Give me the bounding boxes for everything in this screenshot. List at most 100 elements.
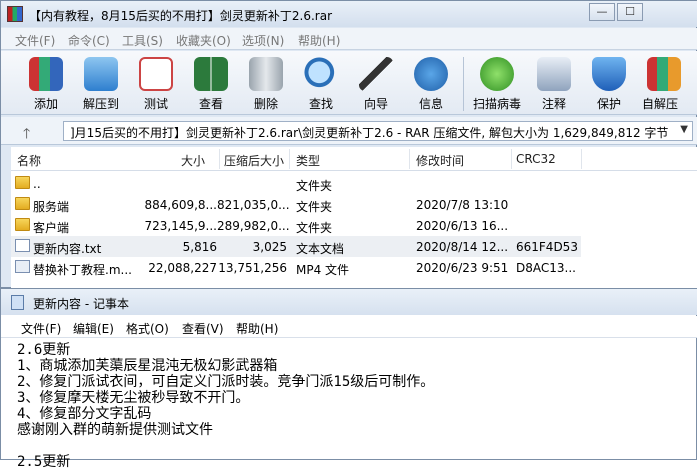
np-menu-file[interactable]: 文件(F) [21, 320, 61, 337]
winrar-title-bar[interactable]: 【内有教程，8月15后买的不用打】剑灵更新补丁2.6.rar — ☐ [1, 1, 697, 27]
find-button[interactable]: 查找 [296, 55, 346, 113]
video-file-icon [15, 260, 30, 273]
column-size[interactable]: 大小 [181, 152, 205, 169]
folder-icon [15, 218, 30, 231]
file-packed-size: 3,025 [252, 240, 287, 254]
column-packed[interactable]: 压缩后大小 [224, 152, 284, 169]
view-button[interactable]: 查看 [186, 55, 236, 113]
sfx-label: 自解压 [642, 97, 679, 111]
np-menu-edit[interactable]: 编辑(E) [73, 320, 114, 337]
column-divider[interactable] [511, 149, 512, 169]
file-size: 723,145,9... [144, 219, 217, 233]
column-divider[interactable] [219, 149, 220, 169]
view-book-icon [194, 57, 228, 91]
file-packed-size: 289,982,0... [217, 219, 290, 233]
menu-tools[interactable]: 工具(S) [122, 32, 163, 49]
file-row-tutorial-mp4[interactable]: 替换补丁教程.m... 22,088,227 13,751,256 MP4 文件… [11, 257, 581, 278]
file-row-parent[interactable]: .. 文件夹 [11, 173, 581, 194]
file-row-server[interactable]: 服务端 884,609,8... 821,035,0... 文件夹 2020/7… [11, 194, 581, 215]
file-name: 客户端 [33, 221, 70, 235]
minimize-button[interactable]: — [589, 3, 615, 21]
wizard-button[interactable]: 向导 [351, 55, 401, 113]
notepad-title-bar[interactable]: 更新内容 - 记事本 [1, 289, 697, 315]
extract-folder-icon [84, 57, 118, 91]
file-type: 文件夹 [296, 200, 333, 214]
file-name: 更新内容.txt [33, 242, 102, 256]
virus-scan-label: 扫描病毒 [472, 97, 521, 111]
file-packed-size: 13,751,256 [218, 261, 287, 275]
column-divider[interactable] [289, 149, 290, 169]
menu-options[interactable]: 选项(N) [242, 32, 284, 49]
path-field[interactable]: ]月15后买的不用打】剑灵更新补丁2.6.rar\剑灵更新补丁2.6 - RAR… [63, 121, 693, 141]
view-label: 查看 [198, 97, 223, 111]
column-modified[interactable]: 修改时间 [416, 152, 464, 169]
add-books-icon [29, 57, 63, 91]
add-button[interactable]: 添加 [21, 55, 71, 113]
np-menu-view[interactable]: 查看(V) [182, 320, 224, 337]
wizard-label: 向导 [363, 97, 388, 111]
up-arrow-icon[interactable]: 🡑 [23, 123, 30, 147]
protect-label: 保护 [596, 97, 621, 111]
notepad-window: 更新内容 - 记事本 文件(F) 编辑(E) 格式(O) 查看(V) 帮助(H)… [0, 288, 697, 470]
notepad-text-area[interactable]: 2.6更新 1、商城添加芙蕖辰星混沌无极幻影武器箱 2、修复门派试衣间，可自定义门派… [17, 342, 687, 470]
notepad-title: 更新内容 - 记事本 [33, 297, 129, 311]
sfx-icon [647, 57, 681, 91]
text-line: 2.6更新 [17, 342, 71, 358]
protect-button[interactable]: 保护 [584, 55, 634, 113]
text-line: 3、修复摩天楼无尘被秒导致不开门。 [17, 390, 250, 406]
info-button[interactable]: 信息 [406, 55, 456, 113]
info-icon [414, 57, 448, 91]
notepad-icon [11, 295, 24, 310]
column-divider[interactable] [409, 149, 410, 169]
text-line: 1、商城添加芙蕖辰星混沌无极幻影武器箱 [17, 358, 278, 374]
test-label: 测试 [143, 97, 168, 111]
comment-button[interactable]: 注释 [529, 55, 579, 113]
file-list-header: 名称 大小 压缩后大小 类型 修改时间 CRC32 [11, 147, 697, 171]
text-line: 2.5更新 [17, 454, 71, 470]
trash-icon [249, 57, 283, 91]
file-type: 文件夹 [296, 221, 333, 235]
file-modified: 2020/8/14 12... [416, 240, 509, 254]
menu-help[interactable]: 帮助(H) [298, 32, 340, 49]
maximize-button[interactable]: ☐ [617, 3, 643, 21]
virus-scan-button[interactable]: 扫描病毒 [471, 55, 523, 113]
column-name[interactable]: 名称 [17, 152, 41, 169]
sfx-button[interactable]: 自解压 [639, 55, 697, 113]
menu-file[interactable]: 文件(F) [15, 32, 55, 49]
test-button[interactable]: 测试 [131, 55, 181, 113]
folder-icon [15, 197, 30, 210]
comment-icon [537, 57, 571, 91]
column-divider[interactable] [581, 149, 582, 169]
file-type: 文件夹 [296, 179, 333, 193]
file-modified: 2020/7/8 13:10 [416, 198, 509, 212]
add-label: 添加 [33, 97, 58, 111]
delete-button[interactable]: 删除 [241, 55, 291, 113]
extract-to-button[interactable]: 解压到 [76, 55, 126, 113]
file-size: 22,088,227 [148, 261, 217, 275]
file-crc32: D8AC13... [516, 261, 576, 275]
np-menu-help[interactable]: 帮助(H) [236, 320, 278, 337]
winrar-toolbar: 添加 解压到 测试 查看 删除 查找 向导 信息 扫描病毒 注释 保护 自解压 [1, 51, 697, 115]
column-type[interactable]: 类型 [296, 152, 320, 169]
column-crc32[interactable]: CRC32 [516, 152, 556, 166]
file-row-update-txt[interactable]: 更新内容.txt 5,816 3,025 文本文档 2020/8/14 12..… [11, 236, 581, 257]
file-crc32: 661F4D53 [516, 240, 578, 254]
comment-label: 注释 [541, 97, 566, 111]
path-bar: 🡑 ]月15后买的不用打】剑灵更新补丁2.6.rar\剑灵更新补丁2.6 - R… [1, 117, 697, 145]
file-modified: 2020/6/23 9:51 [416, 261, 509, 275]
file-name: 替换补丁教程.m... [33, 263, 132, 277]
test-clipboard-icon [139, 57, 173, 91]
menu-favorites[interactable]: 收藏夹(O) [176, 32, 231, 49]
np-menu-format[interactable]: 格式(O) [126, 320, 169, 337]
file-row-client[interactable]: 客户端 723,145,9... 289,982,0... 文件夹 2020/6… [11, 215, 581, 236]
file-type: 文本文档 [296, 242, 345, 256]
winrar-menu-bar: 文件(F) 命令(C) 工具(S) 收藏夹(O) 选项(N) 帮助(H) [1, 28, 697, 50]
menu-commands[interactable]: 命令(C) [68, 32, 110, 49]
extract-to-label: 解压到 [82, 97, 119, 111]
file-size: 5,816 [182, 240, 217, 254]
notepad-menu-bar: 文件(F) 编辑(E) 格式(O) 查看(V) 帮助(H) [1, 316, 697, 338]
file-name: .. [33, 177, 41, 191]
text-line [17, 438, 687, 454]
text-line: 感谢刚入群的萌新提供测试文件 [17, 422, 213, 438]
chevron-down-icon[interactable]: ▼ [680, 124, 688, 135]
